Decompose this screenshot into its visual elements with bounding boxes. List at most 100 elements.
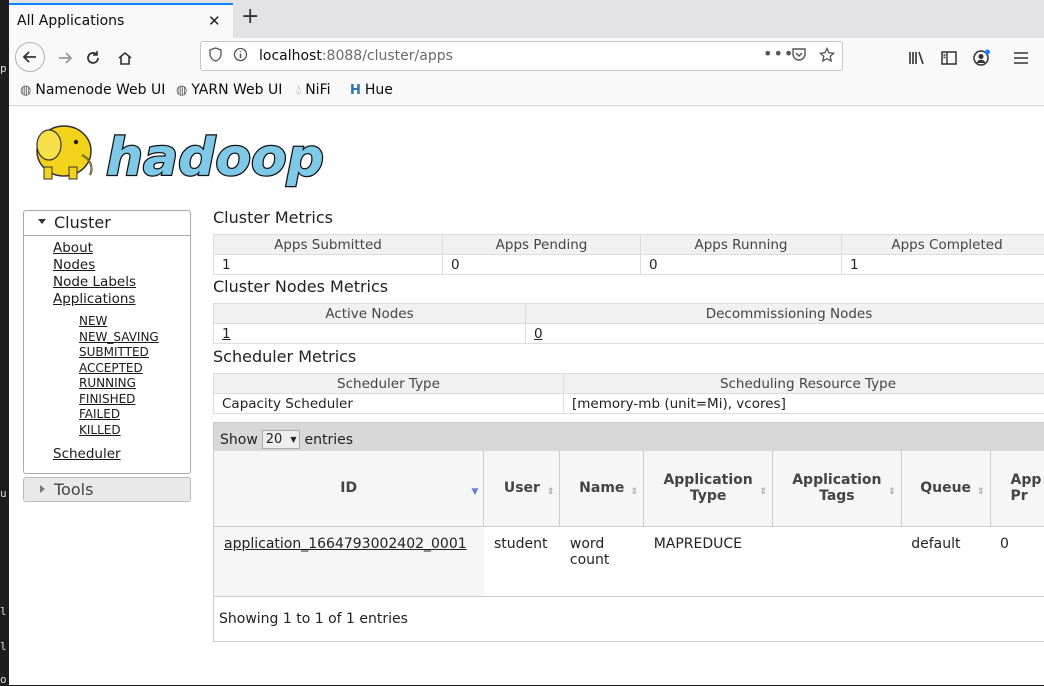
- library-button[interactable]: [904, 45, 930, 71]
- pocket-icon[interactable]: [791, 47, 807, 66]
- state-link-accepted[interactable]: ACCEPTED: [79, 361, 159, 377]
- entries-label: entries: [304, 432, 353, 448]
- browser-window: All Applications ✕ + localhost:8088/clus…: [9, 0, 1044, 685]
- header-label: Application Tags: [792, 472, 881, 504]
- cluster-links: About Nodes Node Labels Applications: [53, 240, 136, 308]
- tab-all-applications[interactable]: All Applications ✕: [9, 3, 233, 38]
- app-user-cell: student: [484, 526, 560, 596]
- sort-icon: ⇕: [547, 487, 555, 497]
- menu-button[interactable]: [1008, 45, 1034, 71]
- column-header-priority[interactable]: App Pr: [990, 451, 1044, 526]
- back-button[interactable]: [15, 42, 45, 72]
- sort-icon: ⇕: [888, 487, 896, 497]
- state-link-failed[interactable]: FAILED: [79, 407, 159, 423]
- sidebar-item-about[interactable]: About: [53, 240, 136, 257]
- column-header-name[interactable]: Name⇕: [560, 451, 644, 526]
- sidebar-item-scheduler[interactable]: Scheduler: [53, 446, 121, 462]
- app-id-link[interactable]: application_1664793002402_0001: [224, 536, 467, 552]
- state-link-new-saving[interactable]: NEW_SAVING: [79, 330, 159, 346]
- cluster-title: Cluster: [54, 213, 111, 232]
- tools-menu[interactable]: Tools: [23, 477, 191, 502]
- url-bar[interactable]: localhost:8088/cluster/apps •••: [200, 41, 843, 71]
- droplet-icon: 💧︎: [296, 83, 301, 98]
- column-header: Scheduler Type: [214, 374, 564, 394]
- column-header-id[interactable]: ID ▼: [214, 451, 484, 526]
- applications-table: ID ▼ User ⇕ Name⇕ Application Type ⇕ Applic…: [214, 451, 1044, 597]
- table-info: Showing 1 to 1 of 1 entries: [214, 597, 1044, 627]
- apps-submitted-value: 1: [214, 255, 443, 275]
- column-header: Apps Running: [641, 235, 842, 255]
- active-nodes-value: 1: [214, 324, 526, 344]
- terminal-glyph: l: [0, 640, 7, 653]
- sort-desc-icon: ▼: [472, 487, 479, 497]
- url-host: localhost: [259, 48, 322, 64]
- sidebar-item-nodes[interactable]: Nodes: [53, 257, 136, 274]
- home-button[interactable]: [112, 45, 138, 71]
- cluster-menu: Cluster About Nodes Node Labels Applicat…: [23, 210, 191, 474]
- sort-icon: ⇕: [759, 487, 767, 497]
- close-icon[interactable]: ✕: [208, 12, 221, 30]
- home-icon: [117, 50, 133, 66]
- apps-completed-value: 1: [842, 255, 1044, 275]
- column-header-user[interactable]: User ⇕: [484, 451, 560, 526]
- bookmark-hue[interactable]: HHue: [350, 82, 393, 98]
- page-size-select[interactable]: 20 ▼: [262, 430, 301, 449]
- app-id-cell: application_1664793002402_0001: [214, 526, 484, 596]
- new-tab-button[interactable]: +: [241, 6, 259, 28]
- app-priority-cell: 0: [990, 526, 1044, 596]
- reload-button[interactable]: [80, 45, 106, 71]
- tab-bar: All Applications ✕ +: [9, 0, 1044, 38]
- state-link-killed[interactable]: KILLED: [79, 423, 159, 439]
- active-nodes-link[interactable]: 1: [222, 326, 231, 342]
- column-header: Apps Pending: [443, 235, 641, 255]
- header-label: ID: [340, 480, 357, 496]
- app-name-cell: word count: [560, 526, 644, 596]
- column-header-tags[interactable]: Application Tags ⇕: [773, 451, 902, 526]
- apps-running-value: 0: [641, 255, 842, 275]
- cluster-metrics-table: Apps Submitted Apps Pending Apps Running…: [213, 234, 1044, 275]
- shield-icon[interactable]: [209, 47, 222, 66]
- sidebar-icon: [941, 51, 957, 65]
- header-label: Application Type: [663, 472, 752, 504]
- header-label: User: [504, 480, 540, 496]
- info-icon[interactable]: [233, 47, 248, 66]
- scheduler-metrics-title: Scheduler Metrics: [213, 347, 356, 366]
- star-icon[interactable]: [819, 47, 835, 67]
- more-actions-icon[interactable]: •••: [763, 44, 794, 63]
- app-state-links: NEW NEW_SAVING SUBMITTED ACCEPTED RUNNIN…: [79, 314, 159, 438]
- hadoop-logo[interactable]: hadoop: [24, 115, 324, 190]
- sidebar: Cluster About Nodes Node Labels Applicat…: [23, 210, 191, 502]
- forward-button[interactable]: [52, 45, 78, 71]
- decommissioning-nodes-value: 0: [526, 324, 1044, 344]
- cluster-header[interactable]: Cluster: [24, 211, 190, 236]
- bookmark-namenode[interactable]: ◍Namenode Web UI: [20, 82, 165, 98]
- url-text[interactable]: localhost:8088/cluster/apps: [259, 48, 453, 64]
- column-header: Apps Submitted: [214, 235, 443, 255]
- app-type-cell: MAPREDUCE: [644, 526, 773, 596]
- column-header-queue[interactable]: Queue ⇕: [901, 451, 990, 526]
- bookmark-label: Namenode Web UI: [35, 82, 165, 98]
- hamburger-icon: [1013, 51, 1029, 65]
- library-icon: [908, 50, 926, 66]
- decommissioning-nodes-link[interactable]: 0: [534, 326, 543, 342]
- background-terminal: p u l l o: [0, 0, 9, 685]
- header-label: Queue: [920, 480, 971, 496]
- bookmark-yarn[interactable]: ◍YARN Web UI: [176, 82, 282, 98]
- column-header-type[interactable]: Application Type ⇕: [644, 451, 773, 526]
- state-link-running[interactable]: RUNNING: [79, 376, 159, 392]
- state-link-new[interactable]: NEW: [79, 314, 159, 330]
- terminal-glyph: p: [0, 62, 7, 75]
- reload-icon: [85, 50, 101, 66]
- sidebar-toggle-button[interactable]: [936, 45, 962, 71]
- page-content: hadoop Cluster About Nodes Node Labels A…: [9, 107, 1044, 685]
- terminal-glyph: o: [0, 673, 7, 686]
- state-link-submitted[interactable]: SUBMITTED: [79, 345, 159, 361]
- sort-icon: ⇕: [977, 487, 985, 497]
- state-link-finished[interactable]: FINISHED: [79, 392, 159, 408]
- bookmark-nifi[interactable]: 💧︎NiFi: [296, 82, 331, 98]
- sidebar-item-applications[interactable]: Applications: [53, 291, 136, 308]
- sidebar-item-node-labels[interactable]: Node Labels: [53, 274, 136, 291]
- account-button[interactable]: [968, 45, 994, 71]
- arrow-left-icon: [22, 49, 38, 65]
- url-path: :8088/cluster/apps: [322, 48, 453, 64]
